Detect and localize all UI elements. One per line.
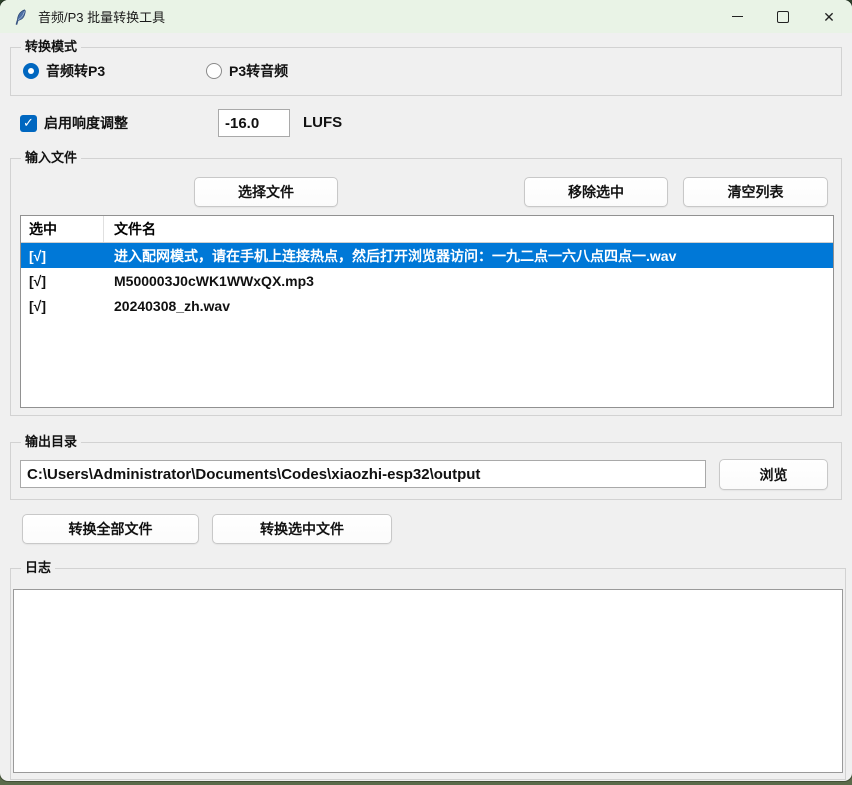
output-dir-group-label: 输出目录 — [21, 433, 81, 451]
column-header-checked[interactable]: 选中 — [21, 216, 104, 242]
radio-p3-to-audio[interactable]: P3转音频 — [206, 61, 288, 81]
titlebar: 音频/P3 批量转换工具 ✕ — [0, 0, 852, 33]
loudness-checkbox[interactable]: ✓ 启用响度调整 — [20, 113, 128, 133]
window-title: 音频/P3 批量转换工具 — [38, 7, 165, 26]
minimize-button[interactable] — [714, 0, 760, 33]
radio-audio-to-p3-label: 音频转P3 — [46, 61, 105, 81]
radio-selected-icon — [23, 63, 39, 79]
row-check-mark: [√] — [21, 298, 104, 314]
column-header-filename[interactable]: 文件名 — [104, 219, 833, 239]
clear-list-button[interactable]: 清空列表 — [683, 177, 828, 207]
input-files-group-label: 输入文件 — [21, 149, 81, 167]
file-table-header: 选中 文件名 — [21, 216, 833, 243]
row-filename: 20240308_zh.wav — [104, 298, 833, 314]
mode-group-label: 转换模式 — [21, 38, 81, 56]
browse-button[interactable]: 浏览 — [719, 459, 828, 490]
radio-audio-to-p3[interactable]: 音频转P3 — [23, 61, 105, 81]
loudness-checkbox-label: 启用响度调整 — [44, 113, 128, 133]
python-feather-icon — [13, 9, 29, 25]
close-button[interactable]: ✕ — [806, 0, 852, 33]
select-files-button[interactable]: 选择文件 — [194, 177, 338, 207]
row-check-mark: [√] — [21, 273, 104, 289]
maximize-icon — [777, 11, 789, 23]
row-check-mark: [√] — [21, 248, 104, 264]
table-row[interactable]: [√] M500003J0cWK1WWxQX.mp3 — [21, 268, 833, 293]
table-row[interactable]: [√] 进入配网模式，请在手机上连接热点，然后打开浏览器访问：一九二点一六八点四… — [21, 243, 833, 268]
table-row[interactable]: [√] 20240308_zh.wav — [21, 293, 833, 318]
log-text-area[interactable] — [13, 589, 843, 773]
minimize-icon — [732, 16, 743, 17]
row-filename: 进入配网模式，请在手机上连接热点，然后打开浏览器访问：一九二点一六八点四点一.w… — [104, 246, 833, 266]
convert-selected-button[interactable]: 转换选中文件 — [212, 514, 392, 544]
close-icon: ✕ — [823, 10, 835, 24]
convert-all-button[interactable]: 转换全部文件 — [22, 514, 199, 544]
log-group: 日志 — [10, 568, 846, 780]
remove-selected-button[interactable]: 移除选中 — [524, 177, 668, 207]
mode-group: 转换模式 音频转P3 P3转音频 — [10, 47, 842, 96]
row-filename: M500003J0cWK1WWxQX.mp3 — [104, 273, 833, 289]
lufs-value-input[interactable] — [218, 109, 290, 137]
file-list-table[interactable]: 选中 文件名 [√] 进入配网模式，请在手机上连接热点，然后打开浏览器访问：一九… — [20, 215, 834, 408]
checkbox-checked-icon: ✓ — [20, 115, 37, 132]
radio-unselected-icon — [206, 63, 222, 79]
window-controls: ✕ — [714, 0, 852, 33]
log-group-label: 日志 — [21, 559, 55, 577]
radio-p3-to-audio-label: P3转音频 — [229, 61, 288, 81]
maximize-button[interactable] — [760, 0, 806, 33]
app-window: 音频/P3 批量转换工具 ✕ 转换模式 音频转P3 P3转音频 ✓ 启用响度调整… — [0, 0, 852, 781]
lufs-unit-label: LUFS — [303, 114, 342, 131]
output-path-input[interactable] — [20, 460, 706, 488]
